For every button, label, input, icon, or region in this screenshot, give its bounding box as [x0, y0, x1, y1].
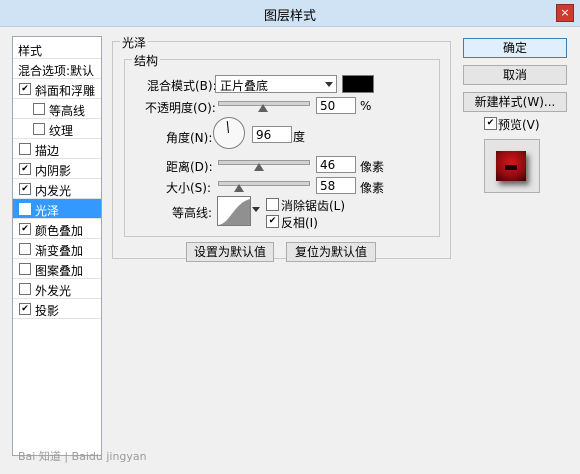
preview-label: 预览(V) — [498, 118, 540, 132]
set-default-button[interactable]: 设置为默认值 — [186, 242, 274, 262]
opacity-slider-thumb[interactable] — [258, 104, 268, 112]
sidebar-item-1[interactable]: 混合选项:默认 — [13, 59, 101, 79]
structure-group-title: 结构 — [132, 52, 161, 69]
ok-button[interactable]: 确定 — [463, 38, 567, 58]
chevron-down-icon[interactable] — [252, 207, 260, 212]
angle-unit: 度 — [293, 130, 306, 144]
sidebar-item-label: 斜面和浮雕 — [35, 84, 96, 98]
sidebar-item-11[interactable]: 图案叠加 — [13, 259, 101, 279]
sidebar-item-label: 光泽 — [35, 204, 60, 218]
sidebar-item-3[interactable]: 等高线 — [13, 99, 101, 119]
contour-curve-icon — [218, 199, 250, 225]
sidebar-item-label: 投影 — [35, 304, 60, 318]
antialias-label: 消除锯齿(L) — [281, 199, 346, 213]
size-unit: 像素 — [360, 181, 385, 195]
close-icon[interactable]: × — [556, 4, 574, 22]
opacity-label: 不透明度(O): — [145, 101, 216, 115]
checkbox-checked-icon[interactable]: ✔ — [19, 223, 31, 235]
invert-checkbox[interactable]: ✔ — [266, 215, 279, 228]
sidebar-item-label: 等高线 — [49, 104, 86, 118]
sidebar-item-13[interactable]: ✔ 投影 — [13, 299, 101, 319]
watermark: Bai 知道 | Baidu jingyan — [18, 450, 147, 463]
checkbox-icon[interactable] — [19, 263, 31, 275]
sidebar-item-2[interactable]: ✔ 斜面和浮雕 — [13, 79, 101, 99]
size-label: 大小(S): — [166, 181, 212, 195]
sidebar-item-label: 颜色叠加 — [35, 224, 84, 238]
sidebar-item-label: 渐变叠加 — [35, 244, 84, 258]
sidebar-item-5[interactable]: 描边 — [13, 139, 101, 159]
sidebar-item-9[interactable]: ✔ 颜色叠加 — [13, 219, 101, 239]
checkbox-checked-icon[interactable]: ✔ — [19, 83, 31, 95]
checkbox-icon[interactable] — [19, 243, 31, 255]
distance-label: 距离(D): — [166, 160, 213, 174]
distance-input[interactable]: 46 — [316, 156, 356, 173]
style-list: 样式混合选项:默认 ✔ 斜面和浮雕等高线纹理描边 ✔ 内阴影 ✔ 内发光 ✔ 光泽 ✔ 颜色叠加渐变… — [12, 36, 102, 456]
sidebar-item-7[interactable]: ✔ 内发光 — [13, 179, 101, 199]
cancel-button[interactable]: 取消 — [463, 65, 567, 85]
opacity-unit: % — [360, 99, 372, 113]
sidebar-item-label: 内发光 — [35, 184, 72, 198]
size-slider-thumb[interactable] — [233, 184, 244, 192]
sidebar-item-label: 混合选项:默认 — [18, 64, 95, 78]
checkbox-icon[interactable] — [19, 283, 31, 295]
invert-label: 反相(I) — [281, 216, 318, 230]
sidebar-item-label: 描边 — [35, 144, 60, 158]
preview-thumbnail — [496, 151, 526, 181]
blend-mode-label: 混合模式(B): — [147, 79, 217, 93]
contour-picker[interactable] — [217, 196, 251, 226]
checkbox-icon[interactable] — [33, 123, 45, 135]
sidebar-item-12[interactable]: 外发光 — [13, 279, 101, 299]
gloss-section-title: 光泽 — [120, 34, 149, 51]
blend-mode-select[interactable]: 正片叠底 — [215, 75, 337, 93]
checkbox-checked-icon[interactable]: ✔ — [19, 303, 31, 315]
checkbox-checked-icon[interactable]: ✔ — [19, 163, 31, 175]
antialias-checkbox[interactable] — [266, 198, 279, 211]
style-preview — [484, 139, 540, 193]
reset-default-button[interactable]: 复位为默认值 — [286, 242, 376, 262]
preview-checkbox[interactable]: ✔ — [484, 117, 497, 130]
sidebar-item-label: 外发光 — [35, 284, 72, 298]
distance-unit: 像素 — [360, 160, 385, 174]
angle-dial[interactable] — [213, 117, 245, 149]
sidebar-item-0[interactable]: 样式 — [13, 39, 101, 59]
sidebar-item-8[interactable]: ✔ 光泽 — [13, 199, 101, 219]
sidebar-item-label: 内阴影 — [35, 164, 72, 178]
sidebar-item-label: 纹理 — [49, 124, 74, 138]
sidebar-item-label: 图案叠加 — [35, 264, 84, 278]
blend-mode-value: 正片叠底 — [220, 79, 269, 93]
checkbox-checked-icon[interactable]: ✔ — [19, 183, 31, 195]
checkbox-icon[interactable] — [33, 103, 45, 115]
opacity-input[interactable]: 50 — [316, 97, 356, 114]
chevron-down-icon — [325, 82, 333, 87]
angle-input[interactable]: 96 — [252, 126, 292, 143]
title-bar: 图层样式 × — [0, 0, 580, 27]
gloss-color-swatch[interactable] — [342, 75, 374, 93]
size-slider-track[interactable] — [218, 181, 310, 186]
sidebar-item-6[interactable]: ✔ 内阴影 — [13, 159, 101, 179]
size-input[interactable]: 58 — [316, 177, 356, 194]
checkbox-icon[interactable] — [19, 143, 31, 155]
angle-label: 角度(N): — [166, 131, 213, 145]
sidebar-item-4[interactable]: 纹理 — [13, 119, 101, 139]
angle-needle — [226, 121, 229, 134]
contour-label: 等高线: — [172, 206, 213, 220]
sidebar-item-label: 样式 — [18, 44, 43, 58]
new-style-button[interactable]: 新建样式(W)... — [463, 92, 567, 112]
sidebar-item-10[interactable]: 渐变叠加 — [13, 239, 101, 259]
distance-slider-thumb[interactable] — [254, 163, 265, 171]
window-title: 图层样式 — [263, 9, 316, 24]
checkbox-checked-icon[interactable]: ✔ — [19, 203, 31, 215]
